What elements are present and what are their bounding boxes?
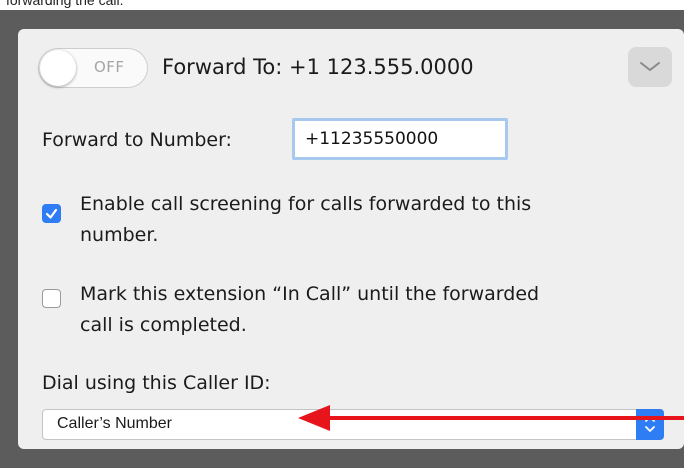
call-screening-label: Enable call screening for calls forwarde… — [80, 189, 531, 251]
forwarding-panel: OFF Forward To: +1 123.555.0000 Forward … — [18, 29, 684, 449]
up-down-chevron-icon — [645, 416, 655, 432]
forward-number-label: Forward to Number: — [42, 129, 232, 151]
forward-toggle[interactable]: OFF — [38, 48, 148, 88]
select-stepper[interactable] — [636, 409, 664, 440]
mark-in-call-checkbox[interactable] — [42, 289, 61, 308]
forward-to-title: Forward To: +1 123.555.0000 — [162, 55, 474, 79]
chevron-down-icon — [640, 62, 660, 71]
window-frame: OFF Forward To: +1 123.555.0000 Forward … — [0, 10, 684, 468]
mark-in-call-line1: Mark this extension “In Call” until the … — [80, 283, 540, 305]
expand-button[interactable] — [628, 47, 672, 87]
caller-id-select[interactable]: Caller’s Number — [42, 409, 664, 440]
mark-in-call-line2: call is completed. — [80, 314, 247, 336]
caption-text: forwarding the call. — [6, 0, 124, 8]
caller-id-label: Dial using this Caller ID: — [42, 372, 271, 394]
checkmark-icon — [45, 208, 58, 219]
caller-id-value: Caller’s Number — [57, 415, 172, 432]
toggle-knob[interactable] — [40, 50, 76, 86]
forward-number-input[interactable] — [292, 118, 508, 160]
call-screening-checkbox[interactable] — [42, 204, 61, 223]
call-screening-line2: number. — [80, 224, 159, 246]
toggle-state-label: OFF — [94, 58, 125, 76]
mark-in-call-label: Mark this extension “In Call” until the … — [80, 279, 539, 341]
call-screening-line1: Enable call screening for calls forwarde… — [80, 193, 532, 215]
